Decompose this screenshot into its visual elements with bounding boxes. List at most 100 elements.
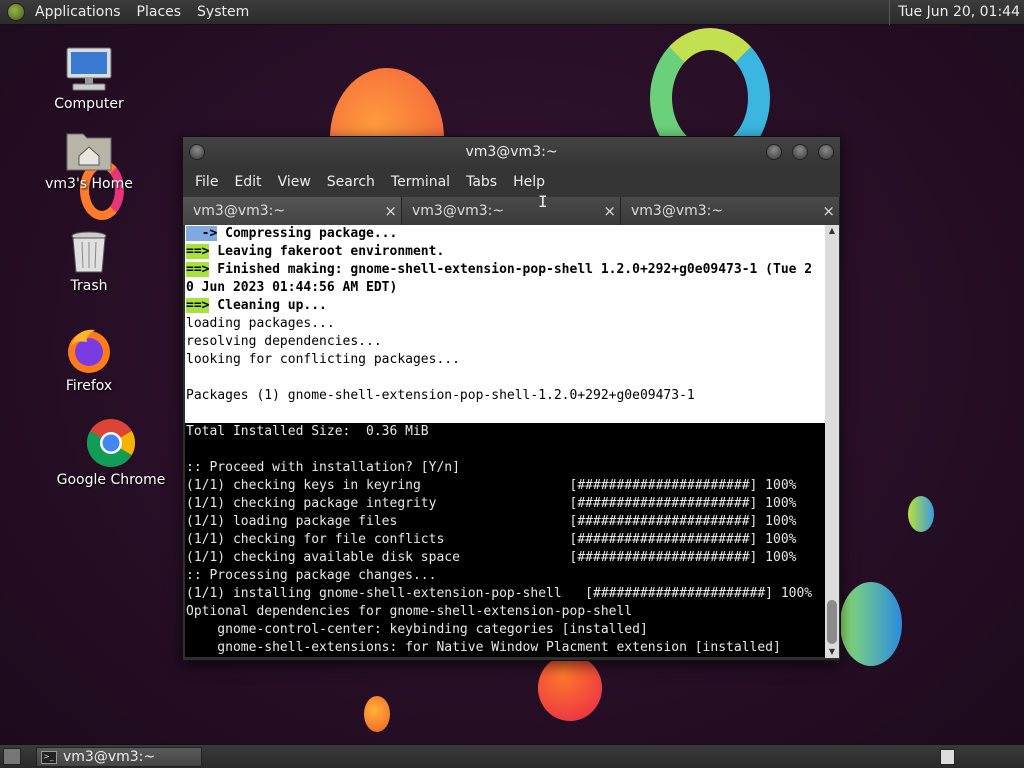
terminal-line-text: gnome-shell-extensions: for Native Windo… [186, 640, 781, 655]
terminal-line-text: resolving dependencies... [186, 334, 382, 349]
terminal-line: (1/1) installing gnome-shell-extension-p… [185, 585, 826, 603]
window-menu-icon[interactable] [189, 144, 205, 160]
terminal-line-text: (1/1) checking available disk space [###… [186, 550, 797, 565]
chrome-icon [86, 418, 136, 468]
terminal-line [185, 369, 826, 387]
clock[interactable]: Tue Jun 20, 01:44 [889, 0, 1020, 25]
terminal-line [185, 441, 826, 459]
menu-search[interactable]: Search [319, 167, 383, 197]
terminal-line: ==> Finished making: gnome-shell-extensi… [185, 261, 826, 279]
tab-close-icon[interactable]: × [822, 197, 835, 225]
terminal-line: Packages (1) gnome-shell-extension-pop-s… [185, 387, 826, 405]
terminal-line [185, 405, 826, 423]
desktop-icon-trash[interactable]: Trash [34, 230, 144, 294]
terminal-line-text: 0 Jun 2023 01:44:56 AM EDT) [186, 280, 398, 295]
close-icon[interactable] [818, 144, 834, 160]
terminal-tab[interactable]: vm3@vm3:~ × [621, 197, 840, 225]
text-cursor-icon: I [538, 192, 548, 211]
tab-label: vm3@vm3:~ [193, 203, 286, 219]
terminal-line-text: Optional dependencies for gnome-shell-ex… [186, 604, 633, 619]
desktop-icon-label: Google Chrome [56, 472, 166, 488]
desktop-icon-label: Firefox [65, 378, 113, 394]
system-menu[interactable]: System [189, 0, 257, 25]
window-titlebar[interactable]: vm3@vm3:~ [183, 137, 840, 167]
terminal-window[interactable]: vm3@vm3:~ File Edit View Search Terminal… [182, 136, 841, 661]
terminal-line: (1/1) checking available disk space [###… [185, 549, 826, 567]
menu-terminal[interactable]: Terminal [383, 167, 458, 197]
show-desktop-icon[interactable] [3, 748, 21, 765]
desktop-icon-label: vm3's Home [45, 176, 133, 192]
bottom-panel: >_ vm3@vm3:~ [0, 744, 1024, 768]
terminal-output[interactable]: -> Compressing package... ==> Leaving fak… [185, 225, 826, 658]
terminal-scrollbar[interactable]: ▲ ▼ [825, 225, 839, 658]
taskbar-window-button[interactable]: >_ vm3@vm3:~ [36, 747, 202, 767]
terminal-line-text: (1/1) installing gnome-shell-extension-p… [186, 586, 813, 601]
wallpaper-blob-green [908, 496, 934, 532]
terminal-line-text: :: Proceed with installation? [Y/n] [186, 460, 460, 475]
places-menu[interactable]: Places [129, 0, 190, 25]
minimize-icon[interactable] [766, 144, 782, 160]
terminal-line-prefix: ==> [186, 298, 210, 313]
terminal-tab[interactable]: vm3@vm3:~ × [402, 197, 621, 225]
terminal-line-text: (1/1) checking package integrity [######… [186, 496, 797, 511]
tab-close-icon[interactable]: × [384, 197, 397, 225]
workspace-switcher[interactable] [940, 749, 955, 765]
terminal-line-text: loading packages... [186, 316, 335, 331]
menu-view[interactable]: View [270, 167, 319, 197]
terminal-line: ==> Leaving fakeroot environment. [185, 243, 826, 261]
desktop-icon-home[interactable]: vm3's Home [34, 128, 144, 192]
tab-label: vm3@vm3:~ [412, 203, 505, 219]
tab-close-icon[interactable]: × [603, 197, 616, 225]
terminal-line-prefix: -> [186, 226, 218, 241]
desktop-icon-label: Trash [70, 278, 108, 294]
trash-icon [69, 230, 109, 274]
terminal-line: Total Installed Size: 0.36 MiB [185, 423, 826, 441]
terminal-line-text: looking for conflicting packages... [186, 352, 460, 367]
menu-tabs[interactable]: Tabs [458, 167, 505, 197]
menu-file[interactable]: File [187, 167, 226, 197]
terminal-line-text: Total Installed Size: 0.36 MiB [186, 424, 429, 439]
scrollbar-thumb[interactable] [827, 600, 837, 644]
terminal-line: (1/1) loading package files [###########… [185, 513, 826, 531]
terminal-line: -> Compressing package... [185, 225, 826, 243]
terminal-line: gnome-control-center: keybinding categor… [185, 621, 826, 639]
terminal-line: (1/1) checking for file conflicts [#####… [185, 531, 826, 549]
terminal-menubar: File Edit View Search Terminal Tabs Help [183, 167, 840, 197]
terminal-line: 0 Jun 2023 01:44:56 AM EDT) [185, 279, 826, 297]
desktop-icon-computer[interactable]: Computer [34, 46, 144, 112]
terminal-line: :: Proceed with installation? [Y/n] [185, 459, 826, 477]
desktop-icon-firefox[interactable]: Firefox [34, 326, 144, 394]
desktop-icon-chrome[interactable]: Google Chrome [56, 418, 166, 488]
terminal-line-text: gnome-control-center: keybinding categor… [186, 622, 648, 637]
terminal-line: :: Processing package changes... [185, 567, 826, 585]
wallpaper-blob-orange-small [364, 696, 390, 732]
window-title: vm3@vm3:~ [465, 144, 558, 160]
applications-menu[interactable]: Applications [27, 0, 129, 25]
desktop-icon-label: Computer [54, 96, 124, 112]
terminal-tabbar: vm3@vm3:~ × vm3@vm3:~ × vm3@vm3:~ × [183, 197, 840, 225]
wallpaper-blob-blue [840, 582, 902, 666]
applications-logo-icon[interactable] [7, 3, 25, 21]
firefox-icon [65, 326, 113, 374]
terminal-line-text: (1/1) checking keys in keyring [########… [186, 478, 797, 493]
home-folder-icon [65, 128, 113, 172]
menu-edit[interactable]: Edit [226, 167, 269, 197]
terminal-line: ==> Cleaning up... [185, 297, 826, 315]
terminal-line-text: Compressing package... [217, 226, 398, 241]
terminal-line-text: Packages (1) gnome-shell-extension-pop-s… [186, 388, 695, 403]
terminal-tab[interactable]: vm3@vm3:~ × [183, 197, 402, 225]
terminal-line-prefix: ==> [186, 262, 210, 277]
terminal-line: resolving dependencies... [185, 333, 826, 351]
terminal-line: (1/1) checking keys in keyring [########… [185, 477, 826, 495]
terminal-line-text: (1/1) loading package files [###########… [186, 514, 797, 529]
scroll-down-arrow-icon[interactable]: ▼ [825, 646, 839, 658]
terminal-line-text: :: Processing package changes... [186, 568, 437, 583]
terminal-line: Optional dependencies for gnome-shell-ex… [185, 603, 826, 621]
terminal-line: (1/1) checking package integrity [######… [185, 495, 826, 513]
taskbar-window-label: vm3@vm3:~ [63, 749, 156, 765]
terminal-icon: >_ [41, 751, 57, 764]
maximize-icon[interactable] [792, 144, 808, 160]
scroll-up-arrow-icon[interactable]: ▲ [825, 225, 839, 237]
terminal-line-text: Finished making: gnome-shell-extension-p… [209, 262, 813, 277]
terminal-line-prefix: ==> [186, 244, 210, 259]
